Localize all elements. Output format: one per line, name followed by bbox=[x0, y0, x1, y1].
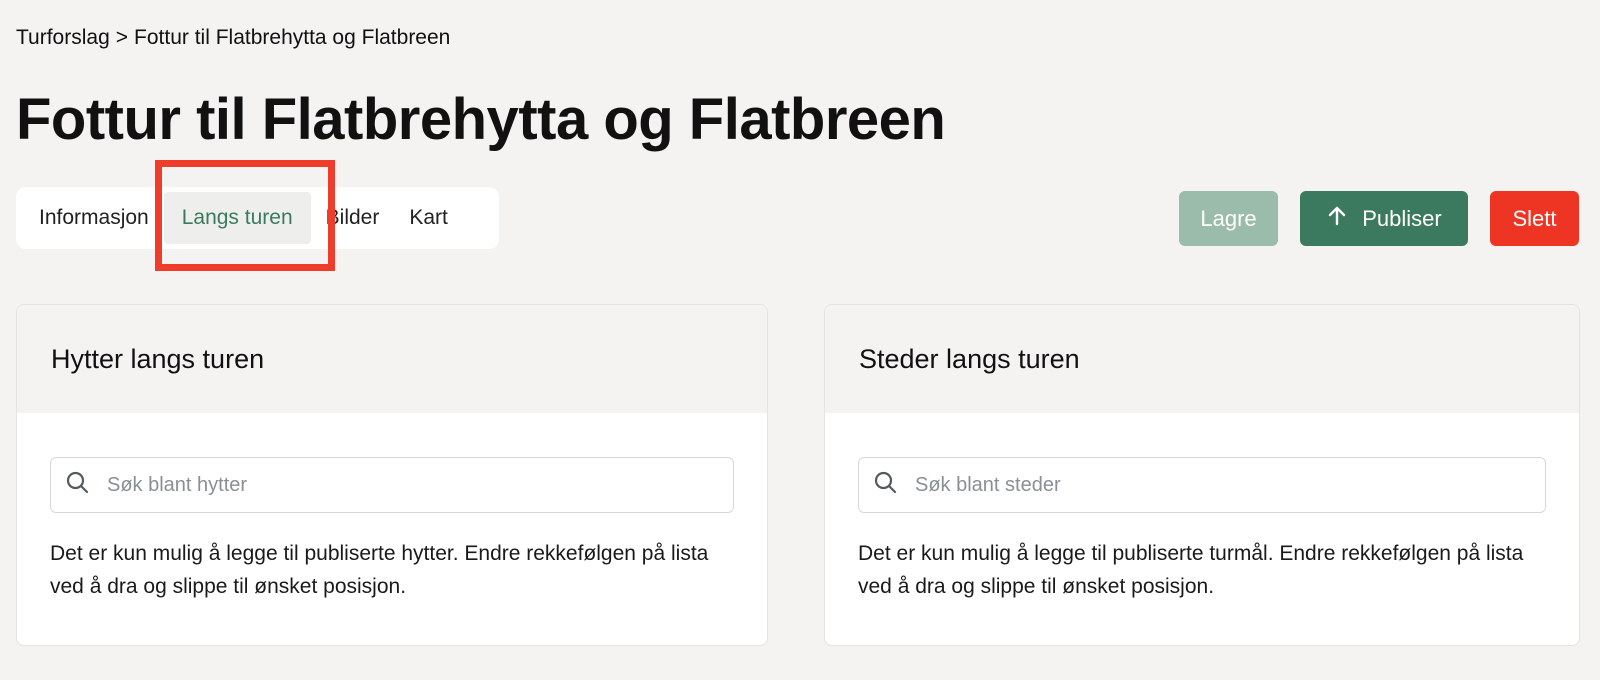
search-icon bbox=[873, 470, 899, 501]
action-buttons: Lagre Publiser Slett bbox=[1179, 191, 1579, 246]
places-card-body: Det er kun mulig å legge til publiserte … bbox=[825, 413, 1579, 603]
cabins-search-input[interactable] bbox=[105, 472, 733, 498]
places-search-box[interactable] bbox=[858, 457, 1546, 513]
places-help-text: Det er kun mulig å legge til publiserte … bbox=[858, 542, 1524, 598]
places-card: Steder langs turen Det er kun mulig å le… bbox=[824, 304, 1580, 646]
publish-button[interactable]: Publiser bbox=[1300, 191, 1468, 246]
breadcrumb: Turforslag > Fottur til Flatbrehytta og … bbox=[16, 26, 450, 50]
tab-langs-turen[interactable]: Langs turen bbox=[163, 192, 311, 244]
breadcrumb-separator: > bbox=[115, 26, 129, 49]
tab-bilder[interactable]: Bilder bbox=[311, 192, 395, 244]
delete-button-label: Slett bbox=[1512, 205, 1557, 231]
tab-informasjon[interactable]: Informasjon bbox=[24, 192, 164, 244]
save-button-label: Lagre bbox=[1200, 205, 1257, 231]
page: Turforslag > Fottur til Flatbrehytta og … bbox=[0, 0, 1600, 680]
save-button[interactable]: Lagre bbox=[1179, 191, 1278, 246]
cabins-search-box[interactable] bbox=[50, 457, 734, 513]
places-card-title: Steder langs turen bbox=[859, 343, 1080, 374]
tab-bar: Informasjon Langs turen Bilder Kart bbox=[16, 187, 499, 249]
tab-kart[interactable]: Kart bbox=[394, 192, 463, 244]
breadcrumb-link-turforslag[interactable]: Turforslag bbox=[16, 26, 110, 50]
cabins-help-text: Det er kun mulig å legge til publiserte … bbox=[50, 542, 709, 598]
search-icon bbox=[65, 470, 91, 501]
cabins-card: Hytter langs turen Det er kun mulig å le… bbox=[16, 304, 768, 646]
cabins-card-title: Hytter langs turen bbox=[51, 343, 265, 374]
publish-button-label: Publiser bbox=[1362, 205, 1442, 231]
places-card-header: Steder langs turen bbox=[825, 305, 1579, 413]
places-search-input[interactable] bbox=[913, 472, 1545, 498]
delete-button[interactable]: Slett bbox=[1490, 191, 1579, 246]
breadcrumb-current: Fottur til Flatbrehytta og Flatbreen bbox=[134, 26, 451, 49]
arrow-up-icon bbox=[1326, 205, 1348, 233]
cabins-card-header: Hytter langs turen bbox=[17, 305, 767, 413]
page-title: Fottur til Flatbrehytta og Flatbreen bbox=[16, 87, 946, 152]
cabins-card-body: Det er kun mulig å legge til publiserte … bbox=[17, 413, 767, 603]
